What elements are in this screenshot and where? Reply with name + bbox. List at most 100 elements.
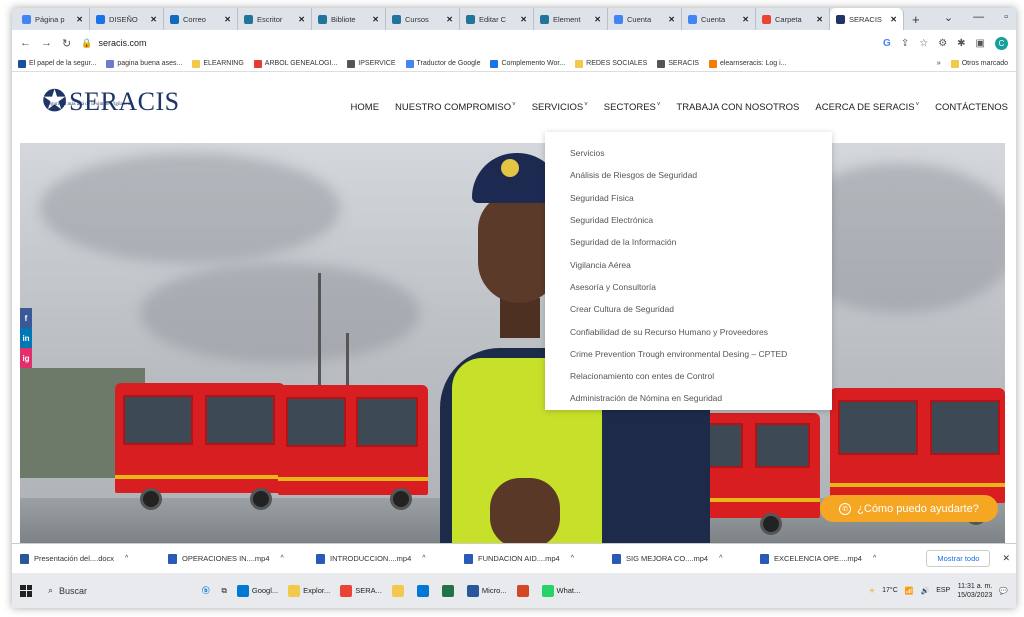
bookmark-star-icon[interactable]: ☆: [919, 38, 928, 49]
instagram-icon[interactable]: ig: [20, 348, 32, 368]
nav-item-acerca-de-seracis[interactable]: ACERCA DE SERACIS˅: [815, 102, 919, 113]
browser-tab[interactable]: Cursos ✕: [386, 8, 460, 30]
browser-tab[interactable]: DISEÑO ✕: [90, 8, 164, 30]
browser-tab[interactable]: Cuenta ✕: [608, 8, 682, 30]
taskbar-app[interactable]: Micro...: [466, 584, 507, 597]
download-item[interactable]: OPERACIONES IN....mp4 ^: [168, 553, 316, 564]
tab-close-icon[interactable]: ✕: [298, 15, 305, 24]
dropdown-menu-item[interactable]: Seguridad Electrónica: [545, 209, 832, 231]
dropdown-menu-item[interactable]: Crear Cultura de Seguridad: [545, 298, 832, 320]
dropdown-menu-item[interactable]: Seguridad de la Información: [545, 231, 832, 253]
taskbar-app[interactable]: [416, 584, 432, 597]
download-item[interactable]: Presentación del....docx ^: [20, 553, 168, 564]
dropdown-menu-item[interactable]: Administración de Nómina en Seguridad: [545, 387, 832, 409]
download-item[interactable]: EXCELENCIA OPE....mp4 ^: [760, 553, 908, 564]
bookmark-item[interactable]: elearnseracis: Log i...: [708, 59, 787, 68]
chevron-up-icon[interactable]: ^: [422, 555, 425, 562]
taskbar-search[interactable]: ⌕ Buscar: [48, 585, 198, 596]
nav-item-servicios[interactable]: SERVICIOS˅: [532, 102, 588, 113]
nav-item-trabaja-con-nosotros[interactable]: TRABAJA CON NOSOTROS: [676, 102, 799, 113]
nav-item-nuestro-compromiso[interactable]: NUESTRO COMPROMISO˅: [395, 102, 516, 113]
tab-close-icon[interactable]: ✕: [520, 15, 527, 24]
bookmark-item[interactable]: El papel de la segur...: [18, 59, 96, 68]
clock[interactable]: 11:31 a. m. 15/03/2023: [957, 582, 992, 600]
profile-avatar[interactable]: C: [995, 36, 1008, 50]
bookmark-item[interactable]: ARBOL GENEALOGI...: [253, 59, 337, 68]
back-icon[interactable]: ←: [20, 37, 31, 49]
download-item[interactable]: SIG MEJORA CO....mp4 ^: [612, 553, 760, 564]
dropdown-menu-item[interactable]: Crime Prevention Trough environmental De…: [545, 343, 832, 365]
sidepanel-icon[interactable]: ▣: [976, 38, 985, 49]
chevron-up-icon[interactable]: ^: [873, 555, 876, 562]
bookmark-item[interactable]: SERACIS: [657, 59, 699, 68]
forward-icon[interactable]: →: [41, 37, 52, 49]
taskbar-app[interactable]: [391, 584, 407, 597]
browser-tab[interactable]: Editar C ✕: [460, 8, 534, 30]
bookmark-item[interactable]: IPSERVICE: [347, 59, 396, 68]
chevron-up-icon[interactable]: ^: [571, 555, 574, 562]
dropdown-menu-item[interactable]: Vigilancia Aérea: [545, 253, 832, 275]
taskbar-app[interactable]: SERA...: [340, 584, 382, 597]
google-icon[interactable]: G: [883, 38, 891, 49]
dropdown-menu-item[interactable]: Seguridad Física: [545, 187, 832, 209]
tab-close-icon[interactable]: ✕: [816, 15, 823, 24]
dropdown-menu-item[interactable]: Análisis de Riesgos de Seguridad: [545, 164, 832, 186]
extension-icon[interactable]: ⚙: [938, 38, 947, 49]
reload-icon[interactable]: ↻: [62, 37, 71, 50]
dropdown-menu-item[interactable]: Confiabilidad de su Recurso Humano y Pro…: [545, 320, 832, 342]
whatsapp-chat-button[interactable]: ✆ ¿Cómo puedo ayudarte?: [820, 495, 998, 522]
browser-tab[interactable]: Carpeta ✕: [756, 8, 830, 30]
tab-search-icon[interactable]: ⌄: [944, 11, 953, 24]
bookmark-item[interactable]: REDES SOCIALES: [575, 59, 647, 68]
puzzle-icon[interactable]: ✱: [957, 38, 965, 49]
bookmarks-more[interactable]: »: [937, 60, 941, 68]
tab-close-icon[interactable]: ✕: [224, 15, 231, 24]
chevron-up-icon[interactable]: ^: [719, 555, 722, 562]
taskbar-app[interactable]: [441, 584, 457, 597]
tab-close-icon[interactable]: ✕: [150, 15, 157, 24]
browser-tab[interactable]: Escritor ✕: [238, 8, 312, 30]
dropdown-menu-item[interactable]: Relacionamiento con entes de Control: [545, 365, 832, 387]
download-item[interactable]: FUNDACION AID....mp4 ^: [464, 553, 612, 564]
chevron-up-icon[interactable]: ^: [125, 555, 128, 562]
minimize-icon[interactable]: —: [973, 11, 984, 24]
share-icon[interactable]: ⇪: [901, 38, 909, 49]
facebook-icon[interactable]: f: [20, 308, 32, 328]
browser-tab[interactable]: Bibliote ✕: [312, 8, 386, 30]
language-indicator[interactable]: ESP: [936, 587, 950, 594]
taskbar-app[interactable]: [516, 584, 532, 597]
weather-temp[interactable]: 17°C: [882, 587, 898, 594]
other-bookmarks[interactable]: Otros marcado: [950, 59, 1008, 68]
notifications-icon[interactable]: 💬: [999, 587, 1008, 595]
tab-close-icon[interactable]: ✕: [668, 15, 675, 24]
bookmark-item[interactable]: Complemento Wor...: [490, 59, 565, 68]
nav-item-home[interactable]: HOME: [351, 102, 380, 113]
windows-start-icon[interactable]: [20, 584, 32, 597]
taskbar-app[interactable]: Explor...: [288, 584, 330, 597]
taskbar-app[interactable]: Googl...: [236, 584, 278, 597]
bookmark-item[interactable]: Traductor de Google: [405, 59, 480, 68]
bing-icon[interactable]: ⓑ: [202, 585, 210, 596]
tab-close-icon[interactable]: ✕: [446, 15, 453, 24]
dropdown-menu-item[interactable]: Servicios: [545, 142, 832, 164]
tab-close-icon[interactable]: ✕: [372, 15, 379, 24]
tab-close-icon[interactable]: ✕: [76, 15, 83, 24]
new-tab-button[interactable]: +: [904, 12, 928, 27]
chevron-up-icon[interactable]: ^: [281, 555, 284, 562]
browser-tab[interactable]: Cuenta ✕: [682, 8, 756, 30]
address-bar[interactable]: 🔒 seracis.com: [81, 38, 146, 49]
show-all-downloads-button[interactable]: Mostrar todo: [926, 550, 991, 567]
linkedin-icon[interactable]: in: [20, 328, 32, 348]
nav-item-sectores[interactable]: SECTORES˅: [604, 102, 661, 113]
browser-tab[interactable]: Correo ✕: [164, 8, 238, 30]
bookmark-item[interactable]: ELEARNING: [192, 59, 244, 68]
close-downloads-icon[interactable]: ✕: [1002, 553, 1010, 564]
taskbar-app[interactable]: What...: [541, 584, 580, 597]
tab-close-icon[interactable]: ✕: [890, 15, 897, 24]
download-item[interactable]: INTRODUCCION....mp4 ^: [316, 553, 464, 564]
url-text[interactable]: seracis.com: [98, 38, 146, 48]
tab-close-icon[interactable]: ✕: [594, 15, 601, 24]
browser-tab[interactable]: Página p ✕: [16, 8, 90, 30]
dropdown-menu-item[interactable]: Asesoría y Consultoría: [545, 276, 832, 298]
tab-close-icon[interactable]: ✕: [742, 15, 749, 24]
